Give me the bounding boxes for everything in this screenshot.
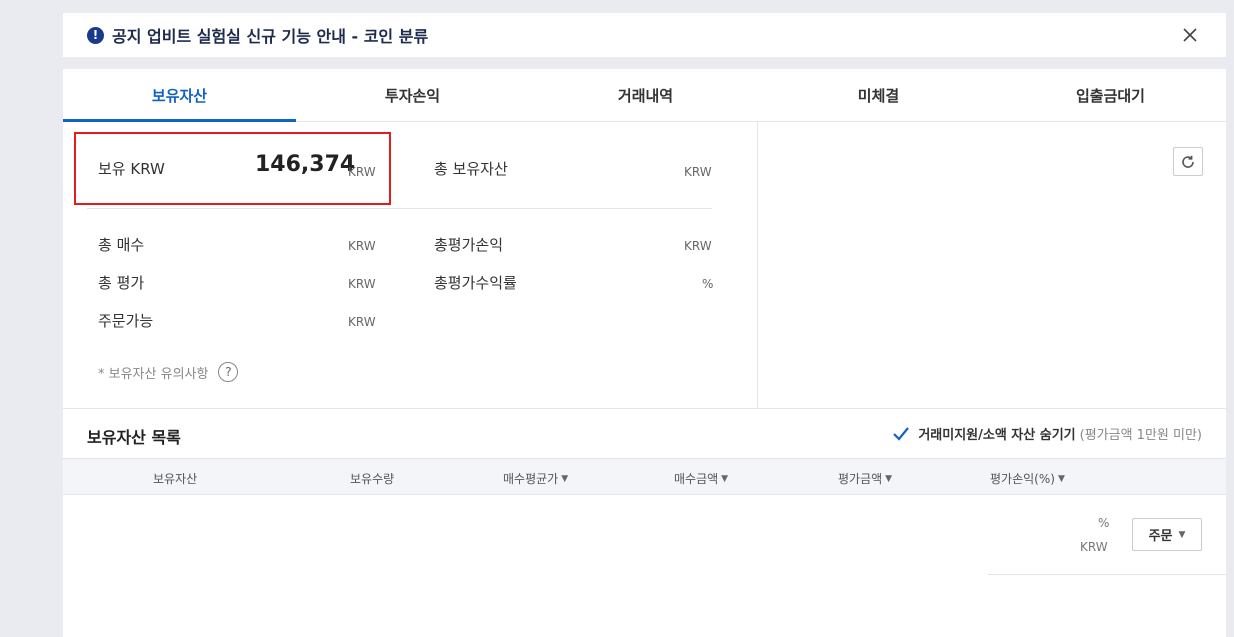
total-eval-label: 총 평가 [98, 274, 145, 292]
hide-small-assets-toggle[interactable]: 거래미지원/소액 자산 숨기기 (평가금액 1만원 미만) [892, 424, 1202, 443]
holdings-column-header: 보유자산 보유수량 매수평균가 ▼ 매수금액 ▼ 평가금액 ▼ 평가손익(%) ▼ [63, 458, 1226, 495]
notice-bar[interactable]: ! 공지 업비트 실험실 신규 기능 안내 - 코인 분류 [63, 13, 1226, 57]
col-buy-amount[interactable]: 매수금액 ▼ [674, 470, 728, 487]
krw-label: 보유 KRW [98, 160, 165, 178]
refresh-button[interactable] [1173, 147, 1203, 176]
total-pl-label: 총평가손익 [434, 236, 504, 254]
hide-small-assets-sub: (평가금액 1만원 미만) [1079, 428, 1202, 443]
total-eval-unit: KRW [348, 277, 376, 291]
chevron-down-icon: ▼ [1178, 529, 1186, 540]
close-icon[interactable] [1180, 25, 1200, 45]
total-pl-unit: KRW [684, 239, 712, 253]
notice-text[interactable]: 공지 업비트 실험실 신규 기능 안내 - 코인 분류 [112, 23, 428, 47]
summary-divider [87, 208, 712, 209]
tab-bar: 보유자산 투자손익 거래내역 미체결 입출금대기 [63, 69, 1226, 122]
tab-holdings[interactable]: 보유자산 [63, 69, 296, 122]
caution-text[interactable]: * 보유자산 유의사항 [98, 363, 208, 382]
total-buy-unit: KRW [348, 239, 376, 253]
alert-icon: ! [87, 26, 104, 44]
asset-chart-area [757, 122, 1226, 408]
holding-caution: * 보유자산 유의사항 ? [98, 362, 239, 382]
order-button[interactable]: 주문 ▼ [1132, 518, 1202, 551]
sort-down-icon: ▼ [721, 473, 729, 484]
refresh-icon [1182, 155, 1194, 168]
krw-unit: KRW [348, 165, 376, 179]
row-pct: % [1098, 516, 1110, 530]
sort-down-icon: ▼ [1057, 473, 1065, 484]
col-avg-buy-price[interactable]: 매수평균가 ▼ [503, 470, 568, 487]
tab-pending-transfer[interactable]: 입출금대기 [995, 69, 1226, 121]
sort-down-icon: ▼ [561, 473, 569, 484]
tab-unfilled[interactable]: 미체결 [762, 69, 995, 121]
checkmark-icon[interactable] [892, 425, 910, 443]
tab-history[interactable]: 거래내역 [529, 69, 762, 121]
asset-summary: 보유 KRW 146,374 KRW 총 보유자산 KRW 총 매수 KRW 총… [63, 122, 757, 408]
total-return-label: 총평가수익률 [434, 274, 517, 292]
row-blank-area [63, 495, 988, 575]
row-krw: KRW [1080, 540, 1108, 554]
col-eval-amount[interactable]: 평가금액 ▼ [838, 470, 892, 487]
total-holding-label: 총 보유자산 [434, 160, 508, 178]
col-asset: 보유자산 [153, 472, 198, 486]
holdings-list-header: 보유자산 목록 거래미지원/소액 자산 숨기기 (평가금액 1만원 미만) [63, 408, 1226, 458]
total-buy-label: 총 매수 [98, 236, 145, 254]
sort-down-icon: ▼ [885, 473, 893, 484]
orderable-unit: KRW [348, 315, 376, 329]
col-eval-pl[interactable]: 평가손익(%) ▼ [990, 470, 1065, 487]
holdings-list-title: 보유자산 목록 [87, 428, 181, 447]
hide-small-assets-label: 거래미지원/소액 자산 숨기기 [918, 428, 1076, 443]
col-quantity: 보유수량 [350, 472, 395, 486]
krw-value: 146,374 [255, 152, 356, 177]
total-holding-unit: KRW [684, 165, 712, 179]
assets-panel: 보유자산 투자손익 거래내역 미체결 입출금대기 보유 KRW 146,374 … [63, 69, 1226, 637]
help-icon[interactable]: ? [218, 362, 239, 382]
orderable-label: 주문가능 [98, 312, 154, 330]
total-return-unit: % [702, 277, 714, 291]
tab-profit-loss[interactable]: 투자손익 [296, 69, 529, 121]
